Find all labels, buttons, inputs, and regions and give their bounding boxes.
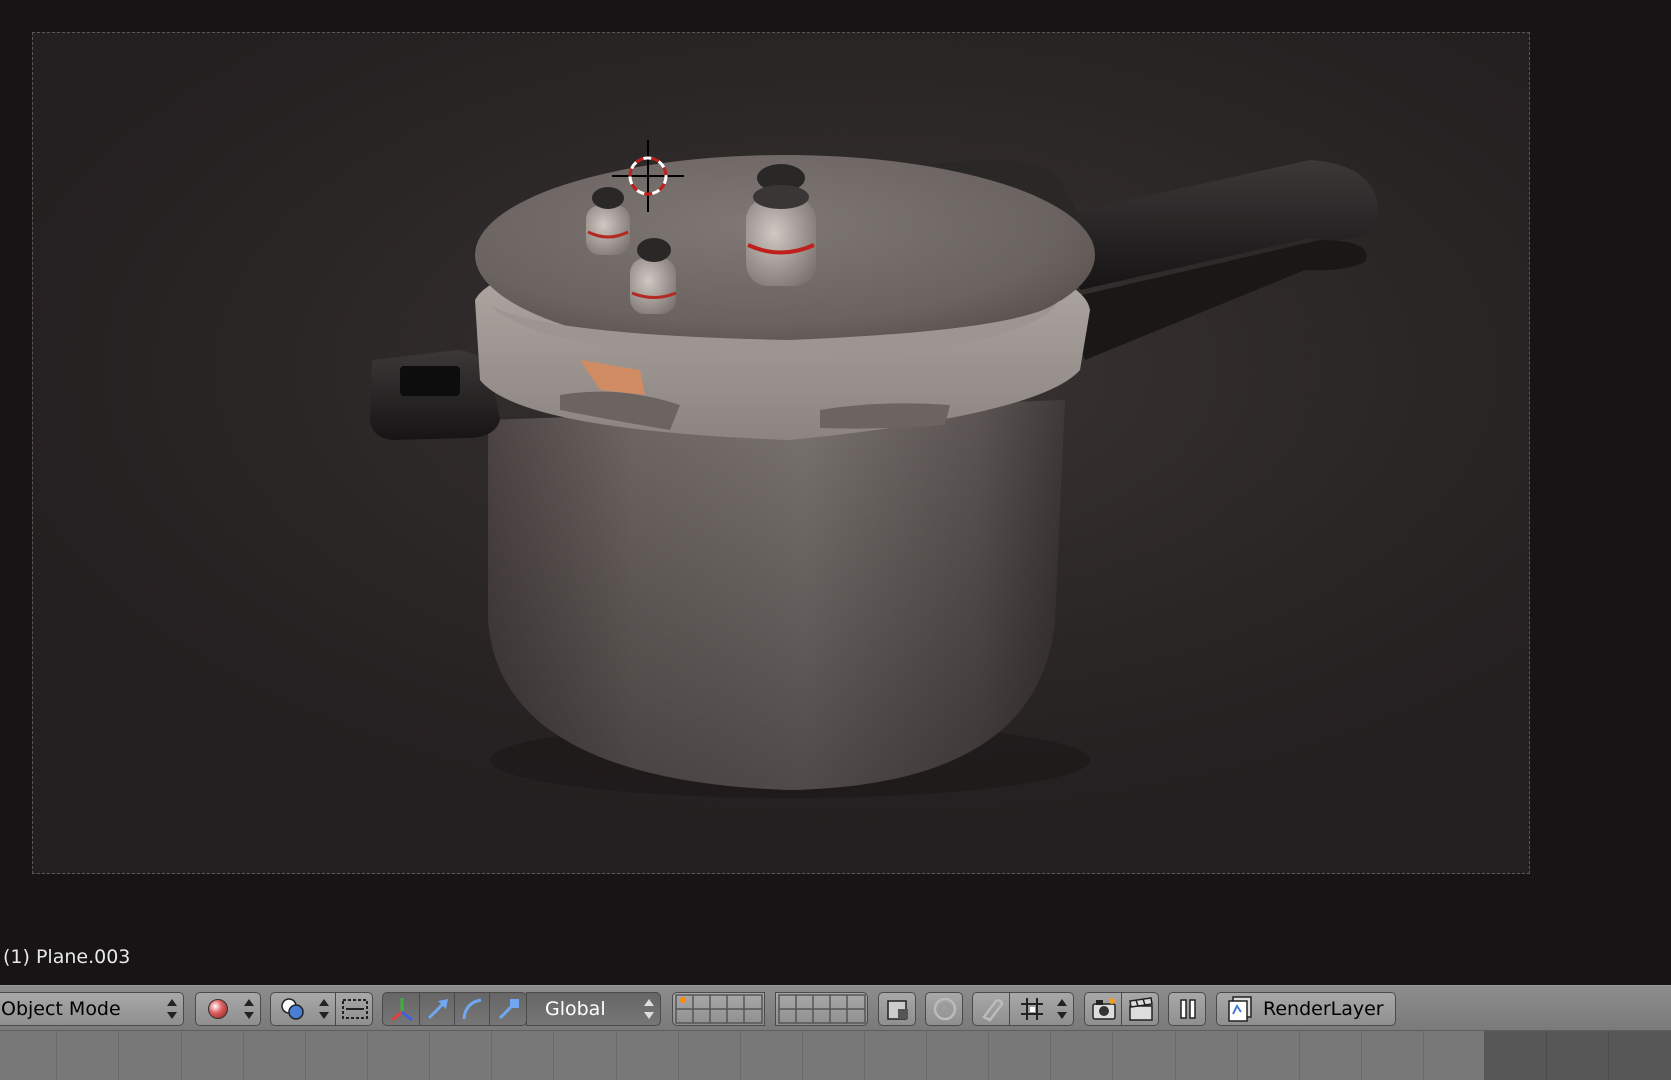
pivot-point-select[interactable] <box>270 992 336 1026</box>
scale-button[interactable] <box>489 992 527 1026</box>
snap-element-icon <box>1021 998 1043 1020</box>
scale-icon <box>498 999 519 1020</box>
proportional-edit-button[interactable] <box>925 992 963 1026</box>
transform-orientation-select[interactable]: Global <box>526 992 661 1026</box>
render-layer-label: RenderLayer <box>1263 998 1384 1020</box>
translate-icon <box>427 999 448 1020</box>
updown-arrows-icon <box>167 998 177 1020</box>
rotate-button[interactable] <box>454 992 490 1026</box>
lock-camera-icon <box>887 1000 908 1020</box>
translate-button[interactable] <box>419 992 455 1026</box>
mode-select[interactable]: Object Mode <box>0 992 184 1026</box>
opengl-animation-icon <box>1129 997 1153 1021</box>
updown-arrows-icon <box>644 998 654 1020</box>
updown-arrows-icon <box>1057 998 1067 1020</box>
proportional-edit-icon <box>933 997 957 1021</box>
layers-group-2[interactable] <box>775 992 868 1026</box>
render-layer-button[interactable]: RenderLayer <box>1216 992 1396 1026</box>
snap-toggle-button[interactable] <box>972 992 1010 1026</box>
render-layer-icon <box>1228 996 1252 1022</box>
manipulate-center-points-button[interactable] <box>335 992 373 1026</box>
3d-viewport[interactable]: (1) Plane.003 <box>0 0 1671 985</box>
3d-view-header: Object Mode Global RenderLayer <box>0 985 1671 1031</box>
layer-grid-icon <box>675 994 763 1024</box>
layers-group-1[interactable] <box>672 992 765 1026</box>
magnet-icon <box>982 999 1004 1022</box>
opengl-render-icon <box>1092 998 1116 1020</box>
sphere-shading-icon <box>208 999 228 1019</box>
timeline-out-of-range <box>1484 1031 1671 1080</box>
orientation-label: Global <box>545 998 606 1020</box>
opengl-animation-button[interactable] <box>1121 992 1159 1026</box>
updown-arrows-icon <box>244 998 254 1020</box>
transform-manipulator-icon <box>391 998 413 1022</box>
rotate-icon <box>462 998 482 1020</box>
viewport-shading-select[interactable] <box>195 992 261 1026</box>
updown-arrows-icon <box>319 998 329 1020</box>
center-points-icon <box>342 999 368 1019</box>
pivot-point-icon <box>281 998 304 1020</box>
snap-element-select[interactable] <box>1009 992 1074 1026</box>
pause-icon <box>1180 999 1196 1019</box>
mode-label: Object Mode <box>1 998 121 1020</box>
lock-camera-button[interactable] <box>878 992 916 1026</box>
opengl-render-button[interactable] <box>1084 992 1122 1026</box>
valve-small-left <box>586 187 630 255</box>
pause-render-button[interactable] <box>1168 992 1206 1026</box>
object-info-label: (1) Plane.003 <box>3 946 131 968</box>
layer-grid-icon <box>778 994 866 1024</box>
timeline-strip[interactable] <box>0 1031 1671 1080</box>
transform-manipulator-button[interactable] <box>382 992 420 1026</box>
render-preview <box>370 140 1379 798</box>
